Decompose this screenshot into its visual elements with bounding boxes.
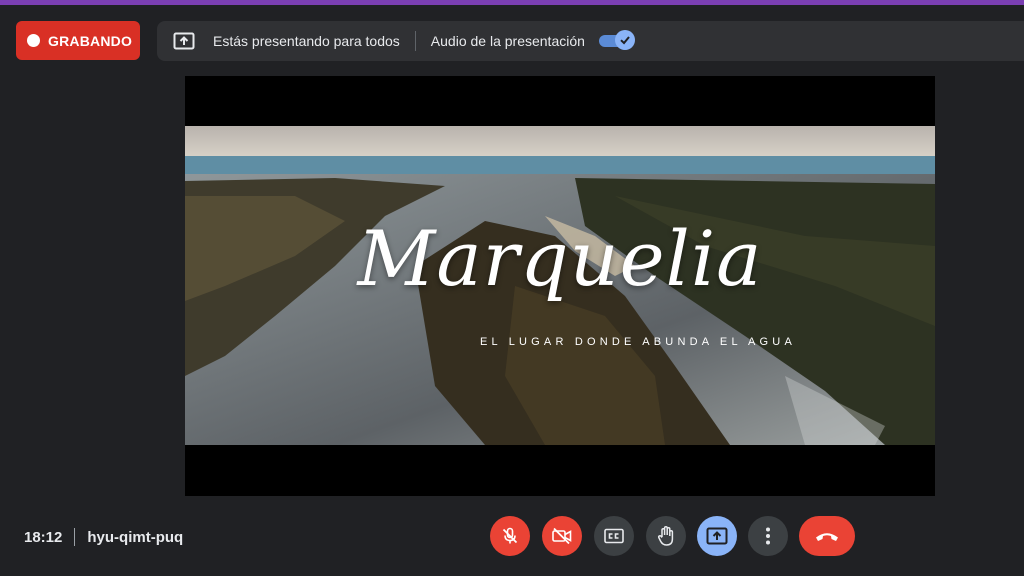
captions-button[interactable]	[594, 516, 634, 556]
camera-off-icon	[552, 527, 572, 545]
presentation-status-bar: Estás presentando para todos Audio de la…	[157, 21, 1024, 61]
raise-hand-button[interactable]	[646, 516, 686, 556]
hand-icon	[658, 526, 674, 546]
presentation-audio-label: Audio de la presentación	[430, 33, 585, 49]
present-screen-icon	[173, 32, 195, 50]
presentation-audio-toggle[interactable]	[598, 30, 635, 52]
mic-off-icon	[502, 527, 518, 544]
present-button[interactable]	[697, 516, 737, 556]
more-vert-icon	[766, 527, 770, 545]
recording-badge[interactable]: GRABANDO	[16, 21, 140, 60]
camera-off-button[interactable]	[542, 516, 582, 556]
divider	[414, 31, 416, 51]
call-controls	[0, 516, 1024, 556]
captions-icon	[604, 528, 624, 544]
mic-off-button[interactable]	[490, 516, 530, 556]
presenting-status-text: Estás presentando para todos	[213, 33, 400, 49]
check-icon	[620, 36, 630, 45]
recording-label: GRABANDO	[48, 32, 133, 49]
more-options-button[interactable]	[748, 516, 788, 556]
shared-screen-video: Marquelia EL LUGAR DONDE ABUNDA EL AGUA	[185, 76, 935, 496]
top-accent-bar	[0, 0, 1024, 5]
video-scene: Marquelia EL LUGAR DONDE ABUNDA EL AGUA	[185, 126, 935, 445]
phone-hangup-icon	[816, 533, 838, 541]
toggle-knob	[614, 30, 635, 50]
present-screen-icon	[706, 527, 728, 545]
video-subtitle: EL LUGAR DONDE ABUNDA EL AGUA	[480, 336, 796, 348]
leave-call-button[interactable]	[799, 516, 855, 556]
video-title: Marquelia	[357, 214, 763, 303]
recording-dot-icon	[27, 34, 40, 47]
